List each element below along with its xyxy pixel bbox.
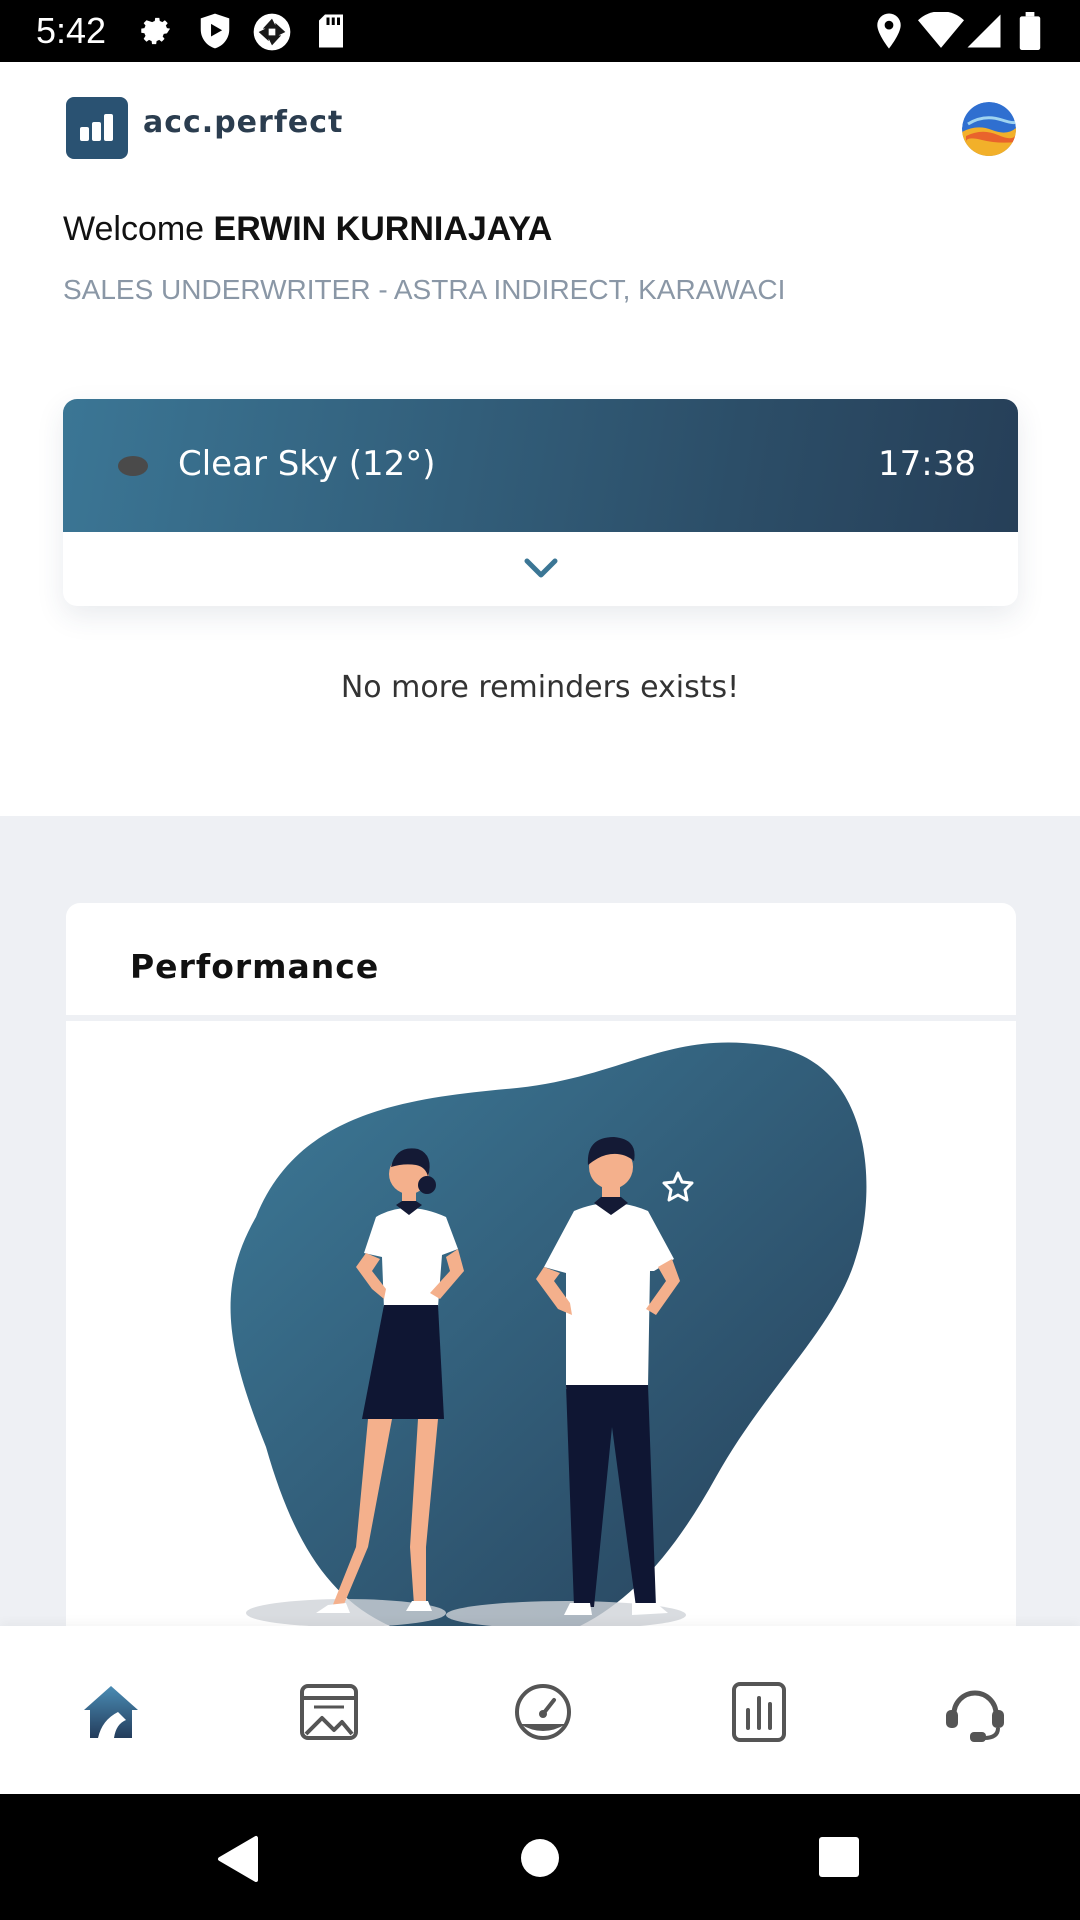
expand-button[interactable] (511, 549, 571, 589)
wifi-icon (918, 12, 964, 48)
nav-home[interactable] (76, 1676, 146, 1746)
logo-bars-icon (80, 114, 113, 141)
welcome-prefix: Welcome (63, 210, 214, 248)
speedometer-icon (515, 1684, 571, 1740)
weather-icon (118, 456, 148, 476)
welcome-message: Welcome ERWIN KURNIAJAYA (63, 210, 552, 249)
sd-card-icon (319, 14, 343, 48)
aperture-icon (253, 13, 291, 51)
nav-reports[interactable] (724, 1676, 794, 1746)
location-icon (877, 13, 901, 49)
bottom-navigation (0, 1626, 1080, 1794)
status-bar: 5:42 (0, 0, 1080, 62)
team-illustration (230, 1042, 867, 1626)
weather-banner: Clear Sky (12°) 17:38 (63, 399, 1018, 532)
user-name: ERWIN KURNIAJAYA (213, 210, 553, 248)
app-name: acc.perfect (143, 105, 344, 140)
app-header: acc.perfect (0, 62, 1080, 202)
avatar[interactable] (962, 102, 1016, 156)
home-button-icon[interactable] (516, 1834, 564, 1882)
user-role: SALES UNDERWRITER - ASTRA INDIRECT, KARA… (63, 274, 786, 305)
headset-icon (946, 1690, 1004, 1742)
performance-title: Performance (130, 947, 380, 986)
performance-card: Performance (66, 903, 1016, 1626)
back-icon[interactable] (214, 1834, 264, 1884)
home-icon (84, 1686, 138, 1738)
weather-condition: Clear Sky (12°) (178, 444, 436, 484)
nav-gallery[interactable] (294, 1676, 364, 1746)
weather-card: Clear Sky (12°) 17:38 (63, 399, 1018, 606)
nav-dashboard[interactable] (508, 1676, 578, 1746)
status-time: 5:42 (36, 10, 107, 51)
nav-support[interactable] (940, 1676, 1010, 1746)
system-navigation-bar (0, 1794, 1080, 1920)
battery-icon (1019, 12, 1041, 50)
performance-illustration (66, 1027, 1016, 1626)
recents-icon[interactable] (816, 1834, 862, 1880)
avatar-image (962, 102, 1016, 156)
gallery-icon (300, 1684, 358, 1740)
app-logo (66, 97, 128, 159)
shield-play-icon (200, 13, 230, 49)
weather-time: 17:38 (878, 444, 976, 484)
reminders-empty-text: No more reminders exists! (340, 670, 740, 705)
signal-icon (967, 14, 1001, 48)
settings-icon (141, 17, 171, 45)
bar-chart-icon (732, 1682, 786, 1742)
chevron-down-icon (524, 558, 558, 578)
performance-header: Performance (66, 903, 1016, 1021)
